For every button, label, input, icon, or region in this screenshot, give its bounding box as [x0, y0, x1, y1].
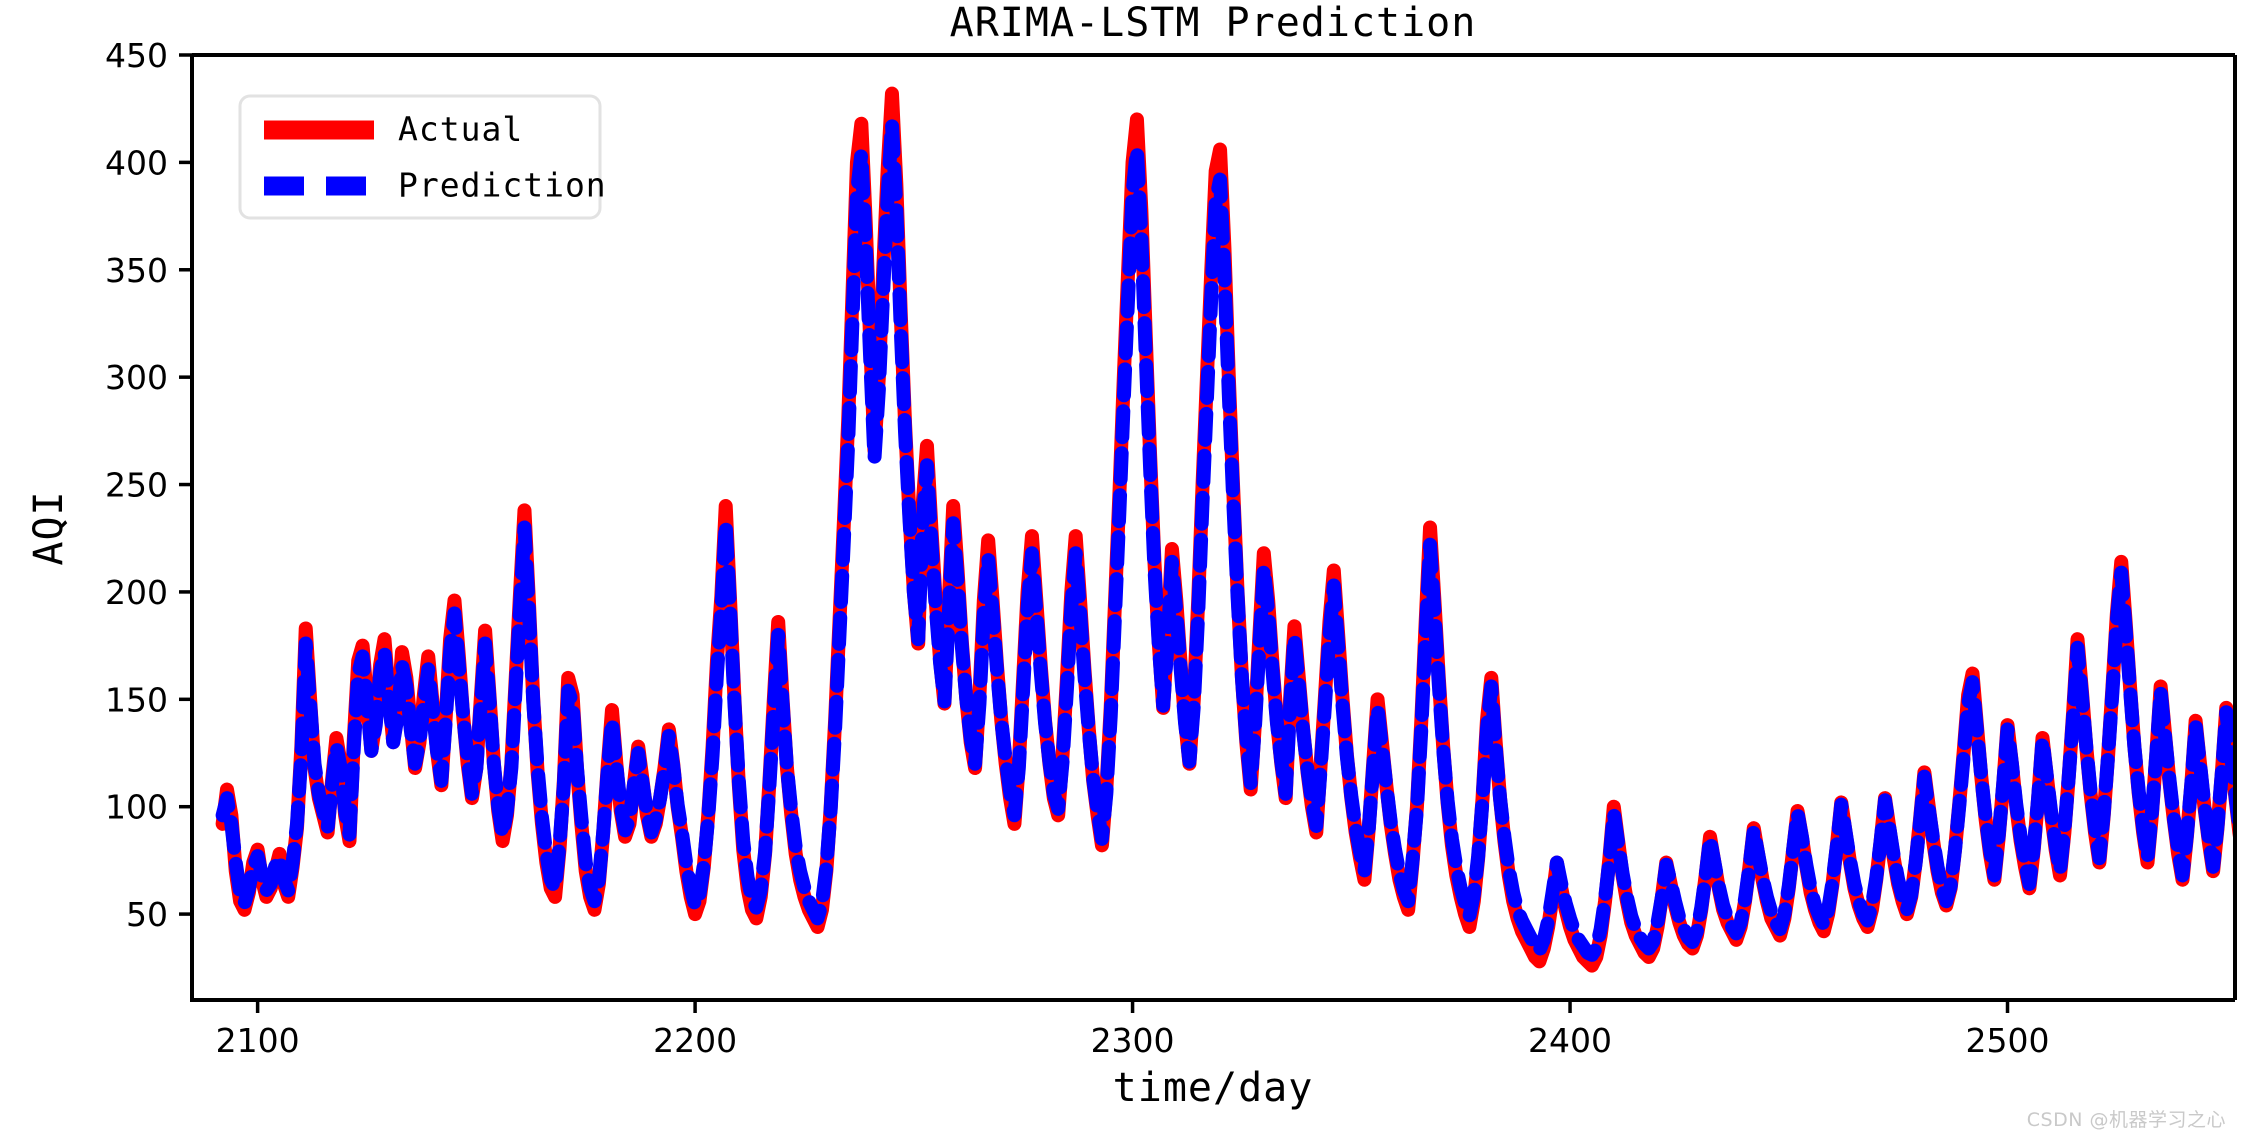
x-tick-label: 2500: [1966, 1021, 2050, 1060]
x-tick-label: 2300: [1091, 1021, 1175, 1060]
legend-label-prediction: Prediction: [398, 166, 607, 205]
x-axis-label: time/day: [1113, 1065, 1314, 1111]
legend-label-actual: Actual: [398, 110, 523, 149]
chart-title: ARIMA-LSTM Prediction: [950, 0, 1477, 46]
y-tick-label: 300: [105, 358, 168, 397]
csdn-watermark: CSDN @机器学习之心: [2026, 1109, 2226, 1131]
y-axis-label: AQI: [26, 490, 72, 565]
y-tick-label: 100: [105, 788, 168, 827]
chart-figure: ARIMA-LSTM Prediction AQI time/day 50 100…: [0, 0, 2242, 1138]
arima-lstm-prediction-chart: ARIMA-LSTM Prediction AQI time/day 50 100…: [0, 0, 2242, 1138]
y-tick-label: 350: [105, 251, 168, 290]
y-tick-label: 250: [105, 466, 168, 505]
chart-legend[interactable]: Actual Prediction: [238, 94, 607, 220]
x-tick-label: 2400: [1528, 1021, 1612, 1060]
x-tick-label: 2200: [653, 1021, 737, 1060]
y-tick-label: 450: [105, 36, 168, 75]
y-tick-label: 50: [126, 895, 168, 934]
y-tick-label: 150: [105, 680, 168, 719]
y-tick-label: 400: [105, 143, 168, 182]
y-tick-label: 200: [105, 573, 168, 612]
x-tick-label: 2100: [216, 1021, 300, 1060]
